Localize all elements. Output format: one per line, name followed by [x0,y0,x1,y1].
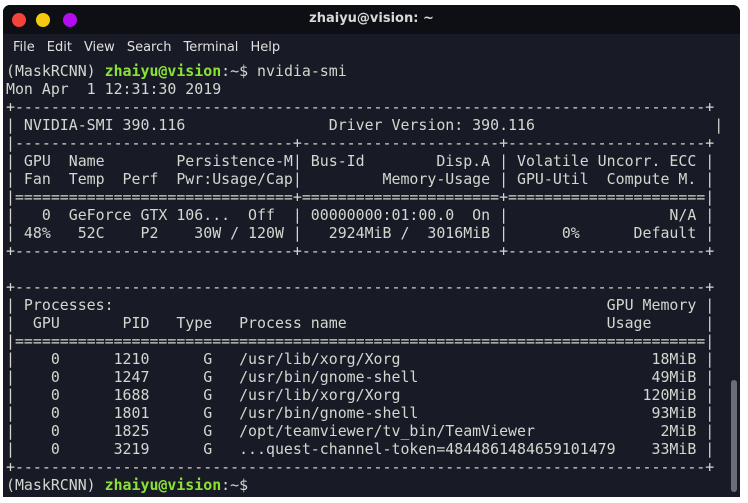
prompt-suffix: :~$ [221,476,258,494]
command-text: nvidia-smi [257,62,347,80]
output-line: | 0 1801 G /usr/bin/gnome-shell 93MiB | [6,404,715,422]
menu-edit[interactable]: Edit [41,34,78,60]
output-line: | 48% 52C P2 30W / 120W | 2924MiB / 3016… [6,224,715,242]
output-line: Mon Apr 1 12:31:30 2019 [6,80,222,98]
prompt-suffix: :~$ [221,62,258,80]
scrollbar-thumb[interactable] [731,380,737,492]
output-line: |===============================+=======… [6,188,715,206]
output-line: |-------------------------------+-------… [6,134,715,152]
env-name: (MaskRCNN) [6,62,105,80]
env-name: (MaskRCNN) [6,476,105,494]
output-line: | 0 1688 G /usr/lib/xorg/Xorg 120MiB | [6,386,715,404]
title-bar[interactable]: zhaiyu@vision: ~ [3,5,740,34]
menu-view[interactable]: View [78,34,121,60]
user-host: zhaiyu@vision [104,476,222,494]
output-line: | 0 1825 G /opt/teamviewer/tv_bin/TeamVi… [6,422,715,440]
output-line: | Processes: GPU Memory | [6,296,715,314]
window-title: zhaiyu@vision: ~ [309,11,434,26]
output-line: | GPU Name Persistence-M| Bus-Id Disp.A … [6,152,715,170]
menu-file[interactable]: File [7,34,41,60]
output-line: +---------------------------------------… [6,278,715,296]
output-line: | GPU PID Type Process name Usage | [6,314,715,332]
terminal-window: zhaiyu@vision: ~ File Edit View Search T… [3,5,740,497]
output-line: | Fan Temp Perf Pwr:Usage/Cap| Memory-Us… [6,170,715,188]
user-host: zhaiyu@vision [104,62,222,80]
output-line: | 0 1247 G /usr/bin/gnome-shell 49MiB | [6,368,715,386]
terminal-output[interactable]: (MaskRCNN) zhaiyu@vision:~$ nvidia-smi M… [6,62,731,494]
menu-search[interactable]: Search [121,34,178,60]
output-line: | 0 1210 G /usr/lib/xorg/Xorg 18MiB | [6,350,715,368]
menu-help[interactable]: Help [244,34,286,60]
output-line: +---------------------------------------… [6,98,715,116]
output-line: +-------------------------------+-------… [6,242,715,260]
menu-bar: File Edit View Search Terminal Help [3,34,740,60]
command-prompt-line: (MaskRCNN) zhaiyu@vision:~$ nvidia-smi [6,62,731,80]
output-line: |=======================================… [6,332,715,350]
output-line: | 0 GeForce GTX 106... Off | 00000000:01… [6,206,715,224]
menu-terminal[interactable]: Terminal [177,34,244,60]
current-prompt-line[interactable]: (MaskRCNN) zhaiyu@vision:~$ [6,476,731,494]
output-line: +---------------------------------------… [6,458,715,476]
output-line: | 0 3219 G ...quest-channel-token=484486… [6,440,715,458]
output-line: | NVIDIA-SMI 390.116 Driver Version: 390… [6,116,724,134]
